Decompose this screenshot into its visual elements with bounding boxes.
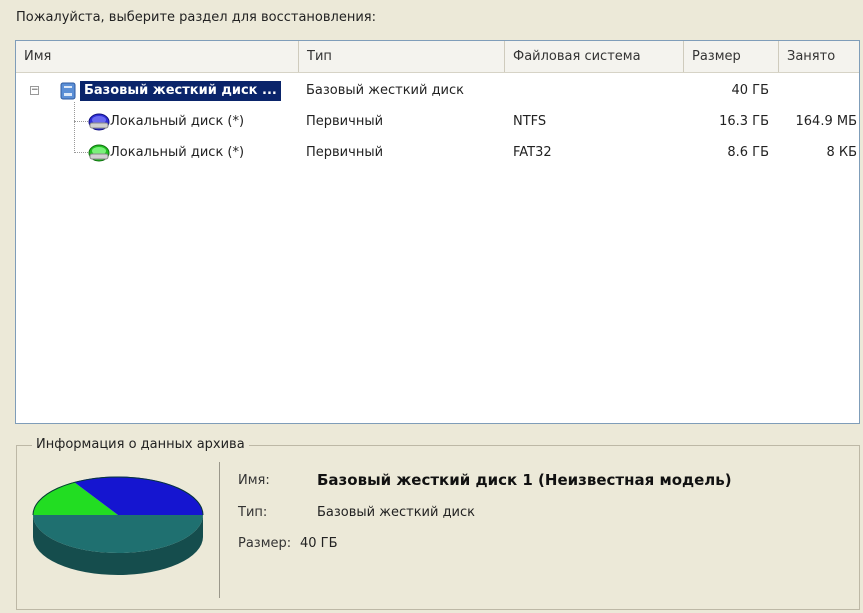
prompt-label: Пожалуйста, выберите раздел для восстано… xyxy=(16,10,376,25)
info-divider xyxy=(219,462,220,598)
info-size-value: 40 ГБ xyxy=(300,536,338,551)
partition-icon xyxy=(88,113,110,131)
row-type: Первичный xyxy=(306,145,384,160)
info-type-value: Базовый жесткий диск xyxy=(317,505,476,520)
column-header-name[interactable]: Имя xyxy=(16,41,299,72)
hard-disk-icon xyxy=(60,82,76,100)
row-used: 164.9 МБ xyxy=(795,114,857,129)
row-type: Первичный xyxy=(306,114,384,129)
column-header-filesystem[interactable]: Файловая система xyxy=(505,41,684,72)
info-type-label: Тип: xyxy=(238,505,268,520)
row-name[interactable]: Базовый жесткий диск ... xyxy=(80,81,281,101)
row-name[interactable]: Локальный диск (*) xyxy=(110,110,244,134)
row-used xyxy=(779,79,857,103)
row-filesystem: NTFS xyxy=(513,114,547,129)
info-name-value: Базовый жесткий диск 1 (Неизвестная моде… xyxy=(317,471,732,489)
column-header-used[interactable]: Занято xyxy=(779,41,859,72)
archive-info-legend: Информация о данных архива xyxy=(32,437,249,452)
partition-icon xyxy=(88,144,110,162)
disk-usage-pie-chart xyxy=(32,476,204,575)
row-size: 8.6 ГБ xyxy=(727,145,769,160)
column-header-type[interactable]: Тип xyxy=(299,41,505,72)
list-header: Имя Тип Файловая система Размер Занято xyxy=(16,41,859,73)
column-header-size[interactable]: Размер xyxy=(684,41,779,72)
row-size: 16.3 ГБ xyxy=(719,114,769,129)
table-row[interactable]: Локальный диск (*) Первичный FAT32 8.6 Г… xyxy=(16,141,859,165)
partition-list[interactable]: Имя Тип Файловая система Размер Занято −… xyxy=(15,40,860,424)
row-used: 8 КБ xyxy=(826,145,857,160)
row-size: 40 ГБ xyxy=(731,83,769,98)
row-type: Базовый жесткий диск xyxy=(306,83,465,98)
table-row[interactable]: Локальный диск (*) Первичный NTFS 16.3 Г… xyxy=(16,110,859,134)
table-row[interactable]: − Базовый жесткий диск ... Базовый жестк… xyxy=(16,79,859,103)
info-name-label: Имя: xyxy=(238,473,270,488)
row-name[interactable]: Локальный диск (*) xyxy=(110,141,244,165)
info-size-label: Размер: xyxy=(238,536,292,551)
collapse-toggle-icon[interactable]: − xyxy=(30,86,39,95)
row-filesystem: FAT32 xyxy=(513,145,552,160)
